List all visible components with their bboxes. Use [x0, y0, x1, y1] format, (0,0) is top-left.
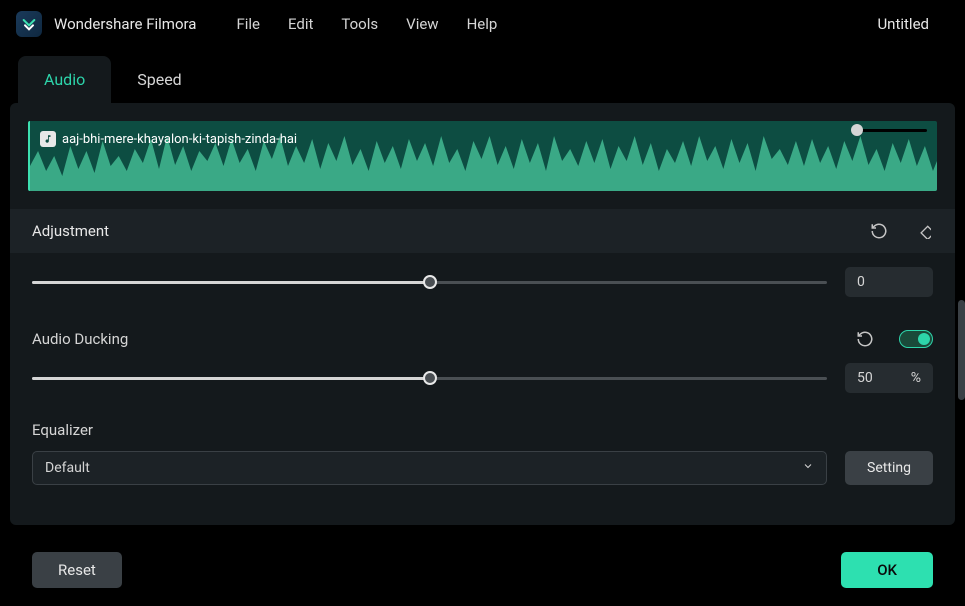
- equalizer-row: Default Setting: [10, 441, 955, 505]
- equalizer-select[interactable]: Default: [32, 451, 827, 485]
- audio-waveform[interactable]: aaj-bhi-mere-khayalon-ki-tapish-zinda-ha…: [28, 121, 937, 191]
- audio-ducking-control: Audio Ducking 50 %: [10, 303, 955, 399]
- document-title: Untitled: [877, 15, 929, 33]
- pitch-value[interactable]: 0: [845, 267, 933, 297]
- equalizer-setting-button[interactable]: Setting: [845, 451, 933, 485]
- track-label: aaj-bhi-mere-khayalon-ki-tapish-zinda-ha…: [40, 131, 297, 147]
- adjustment-reset-icon[interactable]: [869, 221, 889, 241]
- equalizer-selected: Default: [45, 460, 90, 476]
- menu-tools[interactable]: Tools: [341, 15, 378, 33]
- main-menu: File Edit Tools View Help: [236, 15, 497, 33]
- audio-ducking-label: Audio Ducking: [32, 330, 128, 348]
- music-note-icon: [40, 131, 56, 147]
- tabs: Audio Speed: [0, 56, 965, 103]
- track-name: aaj-bhi-mere-khayalon-ki-tapish-zinda-ha…: [62, 132, 297, 147]
- pitch-slider[interactable]: [32, 272, 827, 292]
- app-title: Wondershare Filmora: [54, 15, 196, 33]
- equalizer-label: Equalizer: [32, 421, 933, 439]
- reset-button[interactable]: Reset: [32, 552, 122, 588]
- ducking-value[interactable]: 50 %: [845, 363, 933, 393]
- waveform-row: aaj-bhi-mere-khayalon-ki-tapish-zinda-ha…: [10, 103, 955, 209]
- menu-help[interactable]: Help: [467, 15, 498, 33]
- menu-view[interactable]: View: [406, 15, 438, 33]
- footer: Reset OK: [0, 552, 965, 588]
- pitch-control: 0: [10, 253, 955, 303]
- menu-file[interactable]: File: [236, 15, 260, 33]
- ok-button[interactable]: OK: [841, 552, 933, 588]
- tab-audio[interactable]: Audio: [18, 56, 111, 103]
- app-logo: [16, 11, 42, 37]
- keyframe-diamond-icon[interactable]: [913, 221, 933, 241]
- menu-edit[interactable]: Edit: [288, 15, 313, 33]
- tab-speed[interactable]: Speed: [111, 56, 207, 103]
- titlebar: Wondershare Filmora File Edit Tools View…: [0, 0, 965, 48]
- ducking-slider[interactable]: [32, 368, 827, 388]
- chevron-down-icon: [802, 460, 814, 476]
- waveform-volume-slider[interactable]: [857, 129, 927, 132]
- panel-scrollbar[interactable]: [958, 300, 965, 400]
- ducking-reset-icon[interactable]: [855, 329, 875, 349]
- audio-panel: aaj-bhi-mere-khayalon-ki-tapish-zinda-ha…: [10, 103, 955, 525]
- adjustment-header: Adjustment: [10, 209, 955, 253]
- ducking-toggle[interactable]: [899, 330, 933, 348]
- adjustment-title: Adjustment: [32, 222, 109, 240]
